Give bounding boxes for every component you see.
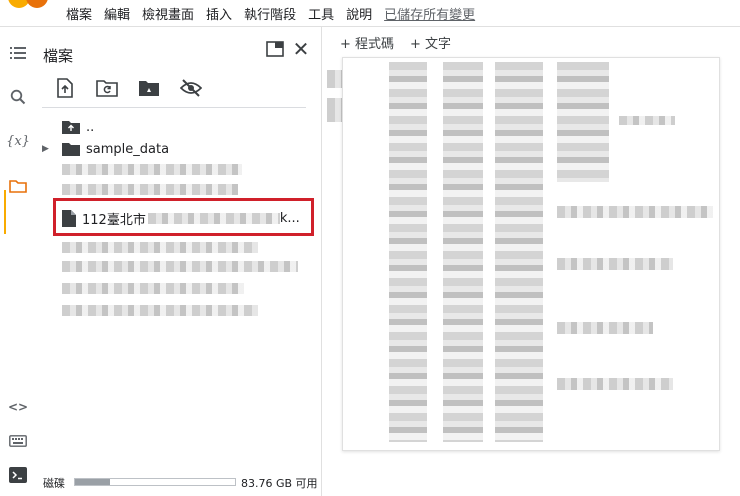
menu-view[interactable]: 檢視畫面 bbox=[142, 4, 194, 23]
panel-title: 檔案 bbox=[43, 47, 74, 65]
redacted-row bbox=[62, 261, 298, 272]
redacted-row bbox=[62, 305, 258, 316]
redacted-row bbox=[62, 283, 244, 294]
open-in-tab-icon[interactable] bbox=[266, 41, 284, 59]
menu-tools[interactable]: 工具 bbox=[308, 4, 334, 23]
disk-free-label: 83.76 GB 可用 bbox=[241, 477, 318, 490]
redacted-text bbox=[557, 322, 653, 334]
refresh-icon[interactable] bbox=[96, 77, 118, 99]
upload-folder-icon bbox=[62, 121, 80, 134]
redacted-row bbox=[62, 242, 258, 253]
search-icon[interactable] bbox=[6, 85, 30, 109]
add-code-button[interactable]: + 程式碼 bbox=[340, 33, 394, 52]
panel-divider bbox=[42, 107, 306, 108]
menu-help[interactable]: 說明 bbox=[346, 4, 372, 23]
list-icon[interactable] bbox=[6, 41, 30, 65]
disk-usage-bar bbox=[74, 478, 236, 486]
redacted-column bbox=[443, 62, 483, 442]
menu-insert[interactable]: 插入 bbox=[206, 4, 232, 23]
caret-right-icon[interactable]: ▶ bbox=[42, 144, 52, 154]
redacted-text bbox=[557, 378, 673, 390]
content-toolbar: + 程式碼 + 文字 bbox=[322, 27, 740, 57]
highlight-box bbox=[53, 198, 314, 236]
folder-icon bbox=[62, 143, 80, 156]
disk-usage-fill bbox=[75, 479, 111, 485]
disk-label: 磁碟 bbox=[43, 477, 65, 490]
close-icon[interactable]: ✕ bbox=[290, 38, 312, 60]
terminal-icon[interactable] bbox=[6, 463, 30, 487]
redacted-row bbox=[62, 184, 238, 195]
hide-icon[interactable] bbox=[180, 77, 202, 99]
menu-bar: 檔案 編輯 檢視畫面 插入 執行階段 工具 說明 已儲存所有變更 bbox=[0, 0, 740, 26]
folder-icon[interactable] bbox=[6, 174, 30, 198]
redacted-column bbox=[389, 62, 427, 442]
left-rail: {x} <> bbox=[0, 27, 34, 496]
tree-row-sample-data[interactable]: ▶ sample_data bbox=[34, 138, 314, 160]
redacted-column bbox=[557, 62, 609, 182]
redacted-text bbox=[557, 206, 713, 218]
redacted-column bbox=[495, 62, 543, 442]
redacted-run-icon bbox=[327, 98, 343, 122]
menu-file[interactable]: 檔案 bbox=[66, 4, 92, 23]
files-panel: 檔案 ✕ .. ▶ sample_data 112臺北市 k... bbox=[34, 27, 322, 496]
files-toolbar bbox=[54, 77, 202, 99]
redacted-row bbox=[62, 164, 242, 175]
menu-runtime[interactable]: 執行階段 bbox=[244, 4, 296, 23]
variables-icon[interactable]: {x} bbox=[6, 129, 30, 153]
code-icon[interactable]: <> bbox=[6, 395, 30, 419]
redacted-text bbox=[619, 116, 675, 125]
redacted-text bbox=[557, 258, 673, 270]
menu-edit[interactable]: 編輯 bbox=[104, 4, 130, 23]
keyboard-icon[interactable] bbox=[6, 429, 30, 453]
output-cell[interactable] bbox=[342, 57, 720, 451]
saved-status[interactable]: 已儲存所有變更 bbox=[384, 4, 475, 23]
upload-icon[interactable] bbox=[54, 77, 76, 99]
tree-row-parent[interactable]: .. bbox=[34, 116, 314, 138]
parent-dir-label: .. bbox=[86, 119, 95, 135]
folder-label: sample_data bbox=[86, 141, 170, 157]
add-text-button[interactable]: + 文字 bbox=[410, 33, 451, 52]
redacted-run-icon bbox=[327, 70, 343, 88]
drive-icon[interactable] bbox=[138, 77, 160, 99]
cell-run-gutter[interactable] bbox=[322, 70, 343, 130]
